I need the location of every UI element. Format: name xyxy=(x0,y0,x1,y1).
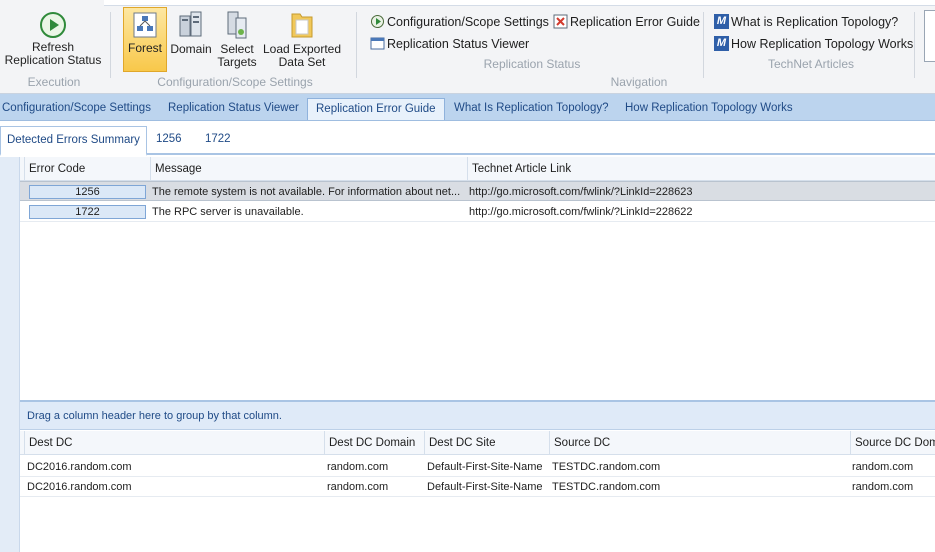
table-row[interactable]: 1256 The remote system is not available.… xyxy=(20,181,935,201)
tab-config-scope[interactable]: Configuration/Scope Settings xyxy=(0,98,159,120)
servers-icon xyxy=(223,10,251,40)
ribbon-tabstrip xyxy=(0,0,935,6)
navigation-group-label: Navigation xyxy=(610,75,668,89)
dest-dc-domain-cell: random.com xyxy=(327,461,389,473)
errors-grid: Error Code Message Technet Article Link … xyxy=(20,157,935,400)
col-header-technet-link[interactable]: Technet Article Link xyxy=(467,157,935,181)
ribbon-overflow-box[interactable] xyxy=(924,10,935,62)
dest-dc-site-cell: Default-First-Site-Name xyxy=(427,461,543,473)
subtab-detected-errors[interactable]: Detected Errors Summary xyxy=(0,126,147,156)
col-header-source-dc-domain[interactable]: Source DC Doma xyxy=(850,431,935,455)
nav-error-guide-link[interactable]: Replication Error Guide xyxy=(553,14,700,29)
col-header-source-dc[interactable]: Source DC xyxy=(549,431,850,455)
refresh-label: Refresh Replication Status xyxy=(4,40,102,67)
how-topology-works-link[interactable]: M How Replication Topology Works xyxy=(714,36,913,51)
ribbon: Refresh Replication Status Execution For… xyxy=(0,0,935,94)
how-works-label: How Replication Topology Works xyxy=(731,36,914,51)
refresh-replication-status-button[interactable]: Refresh Replication Status xyxy=(2,12,104,72)
dest-dc-cell: DC2016.random.com xyxy=(27,481,132,493)
tab-what-is-topology[interactable]: What Is Replication Topology? xyxy=(446,98,617,120)
dest-dc-domain-cell: random.com xyxy=(327,481,389,493)
select-targets-label: Select Targets xyxy=(217,42,257,69)
error-guide-icon xyxy=(553,14,568,29)
main-tabbar: Configuration/Scope Settings Replication… xyxy=(0,94,935,121)
dc-grid-header: Dest DC Dest DC Domain Dest DC Site Sour… xyxy=(20,431,935,455)
separator xyxy=(914,12,915,78)
nav-config-scope-link[interactable]: Configuration/Scope Settings xyxy=(370,14,549,29)
load-exported-data-set-button[interactable]: Load Exported Data Set xyxy=(261,10,343,72)
tab-how-topology-works[interactable]: How Replication Topology Works xyxy=(617,98,801,120)
subtab-1256[interactable]: 1256 xyxy=(150,126,188,154)
status-viewer-icon xyxy=(370,36,385,51)
technet-icon: M xyxy=(714,14,729,29)
group-by-panel[interactable]: Drag a column header here to group by th… xyxy=(20,400,935,430)
subtab-1722[interactable]: 1722 xyxy=(199,126,237,154)
col-header-dest-dc-domain[interactable]: Dest DC Domain xyxy=(324,431,424,455)
table-row[interactable]: DC2016.random.com random.com Default-Fir… xyxy=(20,457,935,477)
col-header-dest-dc-site[interactable]: Dest DC Site xyxy=(424,431,549,455)
domain-button[interactable]: Domain xyxy=(169,10,213,72)
nav-config-label: Configuration/Scope Settings xyxy=(387,14,549,29)
select-targets-button[interactable]: Select Targets xyxy=(215,10,259,72)
separator xyxy=(110,12,111,78)
replication-status-group-label: Replication Status xyxy=(483,57,581,71)
separator xyxy=(703,12,704,78)
col-header-error-code[interactable]: Error Code xyxy=(24,157,150,181)
dc-grid: Dest DC Dest DC Domain Dest DC Site Sour… xyxy=(20,431,935,552)
table-row[interactable]: 1722 The RPC server is unavailable. http… xyxy=(20,202,935,222)
forest-label: Forest xyxy=(127,41,162,55)
errors-grid-header: Error Code Message Technet Article Link xyxy=(20,157,935,181)
tab-status-viewer[interactable]: Replication Status Viewer xyxy=(160,98,307,120)
execution-group-label: Execution xyxy=(27,75,81,89)
message-cell: The remote system is not available. For … xyxy=(152,186,461,198)
play-icon xyxy=(40,12,66,38)
link-cell[interactable]: http://go.microsoft.com/fwlink/?LinkId=2… xyxy=(469,182,929,202)
what-is-label: What is Replication Topology? xyxy=(731,14,899,29)
separator xyxy=(356,12,357,78)
technet-group-label: TechNet Articles xyxy=(767,57,855,71)
source-dc-domain-cell: random.com xyxy=(852,461,914,473)
col-header-dest-dc[interactable]: Dest DC xyxy=(24,431,324,455)
nav-status-viewer-label: Replication Status Viewer xyxy=(387,36,530,51)
config-icon xyxy=(370,14,385,29)
source-dc-domain-cell: random.com xyxy=(852,481,914,493)
col-header-message[interactable]: Message xyxy=(150,157,467,181)
nav-status-viewer-link[interactable]: Replication Status Viewer xyxy=(370,36,529,51)
source-dc-cell: TESTDC.random.com xyxy=(552,461,661,473)
load-label: Load Exported Data Set xyxy=(262,42,342,69)
source-dc-cell: TESTDC.random.com xyxy=(552,481,661,493)
nav-error-guide-label: Replication Error Guide xyxy=(570,14,700,29)
row-indicator-strip xyxy=(0,157,20,552)
domain-label: Domain xyxy=(170,42,212,56)
what-is-topology-link[interactable]: M What is Replication Topology? xyxy=(714,14,898,29)
table-row[interactable]: DC2016.random.com random.com Default-Fir… xyxy=(20,477,935,497)
link-cell[interactable]: http://go.microsoft.com/fwlink/?LinkId=2… xyxy=(469,202,929,222)
dest-dc-site-cell: Default-First-Site-Name xyxy=(427,481,543,493)
error-code-cell: 1256 xyxy=(29,185,146,199)
technet-icon: M xyxy=(714,36,729,51)
folder-icon xyxy=(288,10,316,40)
forest-icon xyxy=(132,11,158,39)
forest-button[interactable]: Forest xyxy=(123,7,167,72)
message-cell: The RPC server is unavailable. xyxy=(152,206,304,218)
sub-tabbar: Detected Errors Summary 1256 1722 xyxy=(0,122,935,156)
dest-dc-cell: DC2016.random.com xyxy=(27,461,132,473)
tab-error-guide[interactable]: Replication Error Guide xyxy=(307,98,445,120)
error-code-cell: 1722 xyxy=(29,205,146,219)
scope-group-label: Configuration/Scope Settings xyxy=(157,75,313,89)
domain-icon xyxy=(177,10,205,40)
